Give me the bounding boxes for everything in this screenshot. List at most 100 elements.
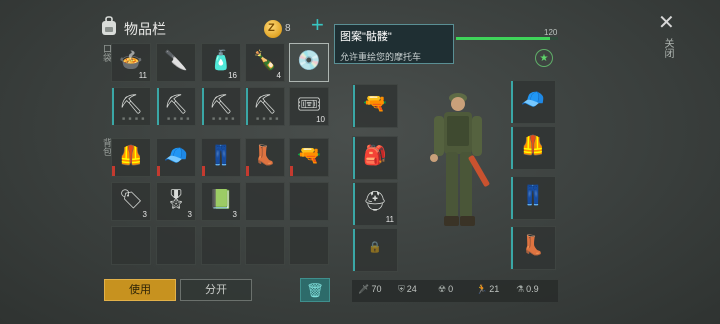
slot-accent [353,137,355,179]
armor-vest-icon: 🦺 [521,135,545,157]
pistol-icon: 🔫 [297,145,321,167]
equip-slot-weapon[interactable]: 🔫 [352,84,398,128]
inventory-slot[interactable]: ⛏ ■ ■ ■ ■ [245,87,285,126]
tooltip-description: 允许重绘您的摩托车 [340,52,422,62]
durability-bar [202,88,204,125]
equip-slot-head[interactable]: 🧢 [510,80,556,124]
character-model [430,93,490,226]
inventory-slot[interactable]: ⛏ ■ ■ ■ ■ [111,87,151,126]
backpack-icon [102,16,116,35]
lock-icon: 🔒 [368,241,382,254]
item-quantity: 11 [385,215,394,224]
radiation-icon: ☢ [438,284,447,294]
military-cap-icon: 🧢 [521,89,545,111]
close-label[interactable]: 关闭 [660,38,675,58]
favorite-star-button[interactable]: ★ [535,49,553,67]
empty-slot[interactable] [201,226,241,265]
equip-slot-feet[interactable]: 👢 [510,226,556,270]
stat-value: 70 [371,284,382,294]
inventory-slot[interactable]: 🔪 [156,43,196,82]
wear-indicator [246,166,249,176]
coin-symbol: Z [268,22,275,34]
empty-slot[interactable] [111,226,151,265]
inventory-slot[interactable]: 🎖 3 [156,182,196,221]
inventory-title: 物品栏 [124,21,166,37]
equip-slot-locked[interactable]: 🔒 [352,228,398,272]
armor-vest-icon: 🦺 [119,145,143,167]
inventory-slot[interactable]: ⛏ ■ ■ ■ ■ [156,87,196,126]
equip-slot-body[interactable]: 🦺 [510,126,556,170]
military-cap-icon: 🧢 [164,145,188,167]
camo-pants-icon: 👖 [521,185,545,207]
stat-value: 24 [406,284,417,294]
empty-slot[interactable] [289,226,329,265]
skeleton-pattern-icon: 💿 [297,50,321,72]
item-quantity: 3 [232,210,237,219]
add-coins-button[interactable]: + [311,14,324,36]
inventory-slot[interactable]: 🎟 10 [289,87,329,126]
inventory-slot[interactable]: 👖 [201,138,241,177]
stat-item: ☢ 0 [438,284,453,295]
empty-slot[interactable] [245,182,285,221]
item-quantity: 3 [142,210,147,219]
stat-item: 🏃 21 [476,284,499,295]
inventory-slot[interactable]: 🍾 4 [245,43,285,82]
inventory-slot[interactable]: 🍲 11 [111,43,151,82]
slot-accent [353,85,355,127]
equip-slot-medkit[interactable]: ⛑ 11 [352,182,398,226]
item-quantity: 16 [228,71,237,80]
close-icon[interactable]: ✕ [658,10,675,35]
equip-slot-backpack[interactable]: 🎒 [352,136,398,180]
use-button[interactable]: 使用 [104,279,176,301]
food-bowl-icon: 🍲 [119,50,143,72]
slot-accent [511,177,513,219]
stat-value: 0 [448,284,454,294]
inventory-slot[interactable]: 🧢 [156,138,196,177]
item-tooltip: 图案"骷髅" 允许重绘您的摩托车 [334,24,454,64]
slot-accent [511,227,513,269]
durability-dots: ■ ■ ■ ■ [167,116,191,122]
stat-item: 🗡 70 [358,284,381,295]
durability-dots: ■ ■ ■ ■ [256,116,280,122]
inventory-slot[interactable]: 💿 [289,43,329,82]
wear-indicator [157,166,160,176]
stat-value: 0.9 [526,284,539,294]
empty-bottle-icon: 🍾 [253,50,277,72]
inventory-slot[interactable]: 👢 [245,138,285,177]
dog-tag-icon: 🏷 [118,189,144,211]
notebook-icon: 📗 [209,189,233,211]
stealth-icon: ⚗ [516,284,525,294]
machete-icon: 🔪 [164,50,188,72]
water-bottle-icon: 🧴 [209,50,233,72]
inventory-slot[interactable]: 📗 3 [201,182,241,221]
inventory-slot[interactable]: ⛏ ■ ■ ■ ■ [201,87,241,126]
item-quantity: 3 [187,210,192,219]
attack-icon: 🗡 [358,284,370,294]
camo-pants-icon: 👖 [209,145,233,167]
medkit-icon: ⛑ [362,191,388,213]
durability-dots: ■ ■ ■ ■ [122,116,146,122]
tooltip-title: 图案"骷髅" [340,31,392,43]
inventory-slot[interactable]: 🦺 [111,138,151,177]
stat-value: 21 [489,284,500,294]
health-value: 120 [544,28,558,37]
stat-item: ⚗ 0.9 [516,284,539,295]
slot-accent [511,81,513,123]
durability-bar [112,88,114,125]
wear-indicator [202,166,205,176]
stats-bar: 🗡 70 ⛨ 24 ☢ 0 🏃 21 ⚗ 0.9 [352,280,558,302]
equip-slot-legs[interactable]: 👖 [510,176,556,220]
split-button[interactable]: 分开 [180,279,252,301]
durability-dots: ■ ■ ■ ■ [212,116,236,122]
inventory-slot[interactable]: 🔫 [289,138,329,177]
inventory-slot[interactable]: 🏷 3 [111,182,151,221]
inventory-slot[interactable]: 🧴 16 [201,43,241,82]
trash-button[interactable]: 🗑 [300,278,330,302]
pickaxe-icon: ⛏ [163,94,189,116]
empty-slot[interactable] [289,182,329,221]
slot-accent [511,127,513,169]
backpack-icon: 🎒 [363,145,387,167]
empty-slot[interactable] [245,226,285,265]
empty-slot[interactable] [156,226,196,265]
coin-count: 8 [285,23,291,34]
